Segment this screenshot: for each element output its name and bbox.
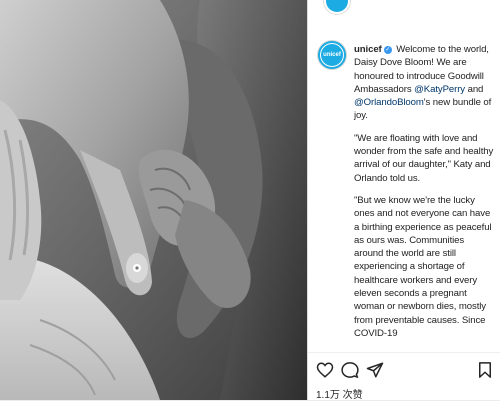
previous-avatar <box>324 0 350 14</box>
caption-and: and <box>467 83 484 95</box>
avatar-label: unicef <box>323 52 341 58</box>
bookmark-icon[interactable] <box>476 361 494 379</box>
mention-orlandobloom[interactable]: @OrlandoBloom <box>354 97 424 108</box>
verified-badge-icon: ✓ <box>383 46 392 54</box>
post-caption: unicef ✓ Welcome to the world, Daisy Dove… <box>354 43 494 349</box>
likes-count[interactable]: 1.1万 次赞 <box>316 386 363 401</box>
username[interactable]: unicef <box>354 44 382 55</box>
comment-icon[interactable] <box>341 361 359 379</box>
instagram-post: unicef unicef ✓ Welcome to the world, Dai… <box>0 0 500 401</box>
post-photo <box>0 0 307 400</box>
caption-text-2: "We are floating with love and wonder fr… <box>354 132 494 184</box>
mention-katyperry[interactable]: @KatyPerry <box>414 84 465 95</box>
caption-area[interactable]: unicef unicef ✓ Welcome to the world, Dai… <box>308 20 500 350</box>
unicef-logo-icon: unicef <box>320 43 344 67</box>
share-icon[interactable] <box>366 361 384 379</box>
heart-icon[interactable] <box>316 361 334 379</box>
caption-text-3: "But we know we're the lucky ones and no… <box>354 194 492 339</box>
avatar[interactable]: unicef <box>317 40 347 70</box>
newborn-hands-photo <box>0 0 307 400</box>
action-bar <box>308 352 500 383</box>
post-sidebar: unicef unicef ✓ Welcome to the world, Dai… <box>307 0 500 401</box>
previous-comment-strip <box>308 0 500 20</box>
